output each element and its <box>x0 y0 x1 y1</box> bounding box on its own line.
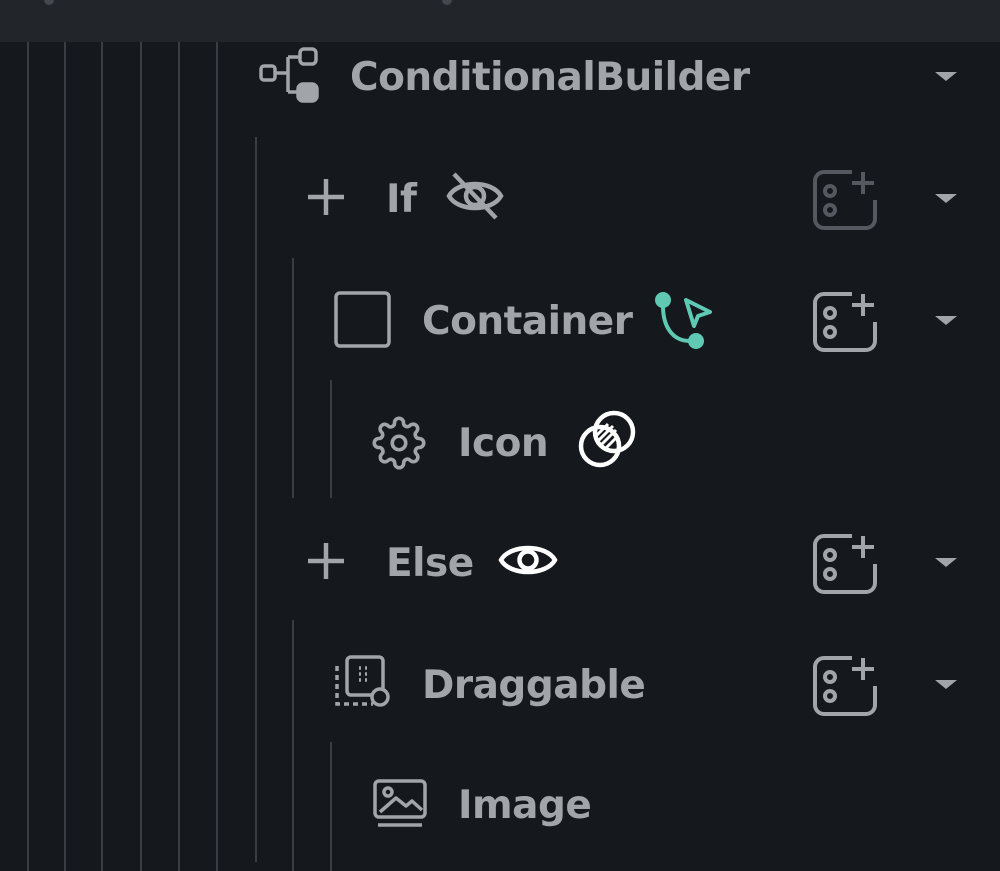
toolbar-edge-mark <box>442 0 452 5</box>
expand-caret-icon[interactable] <box>935 680 957 689</box>
expand-caret-icon[interactable] <box>935 558 957 567</box>
tree-item-label: Icon <box>458 421 549 466</box>
container-icon <box>334 291 392 349</box>
overlap-circles-icon[interactable] <box>576 408 638 470</box>
tree-item-if[interactable]: If <box>0 158 1000 238</box>
gear-icon <box>372 416 426 470</box>
tree-item-label: ConditionalBuilder <box>350 55 750 100</box>
tree-item-label: Container <box>422 299 633 344</box>
branch-cursor-icon[interactable] <box>650 290 716 352</box>
add-icon[interactable] <box>306 177 346 217</box>
expand-caret-icon[interactable] <box>935 194 957 203</box>
add-child-widget-icon[interactable] <box>812 290 878 354</box>
draggable-icon <box>333 654 393 710</box>
tree-item-label: Draggable <box>422 663 646 708</box>
toolbar-edge-mark <box>44 0 54 5</box>
add-child-widget-icon[interactable] <box>812 532 878 596</box>
tree-item-icon[interactable]: Icon <box>0 402 1000 482</box>
tree-item-draggable[interactable]: Draggable <box>0 644 1000 724</box>
tree-item-image[interactable]: Image <box>0 764 1000 844</box>
tree-item-conditional-builder[interactable]: ConditionalBuilder <box>0 36 1000 116</box>
indent-guide <box>255 137 257 862</box>
eye-off-icon[interactable] <box>446 170 504 222</box>
tree-item-label: Image <box>458 783 592 828</box>
conditional-builder-icon <box>258 46 320 104</box>
add-child-widget-icon[interactable] <box>812 654 878 718</box>
tree-item-label: Else <box>386 541 474 586</box>
tree-item-else[interactable]: Else <box>0 522 1000 602</box>
expand-caret-icon[interactable] <box>935 316 957 325</box>
add-child-widget-icon[interactable] <box>812 168 878 232</box>
tree-item-label: If <box>386 177 417 222</box>
tree-item-container[interactable]: Container <box>0 280 1000 360</box>
add-icon[interactable] <box>306 541 346 581</box>
expand-caret-icon[interactable] <box>935 72 957 81</box>
image-icon <box>372 778 428 830</box>
eye-icon[interactable] <box>498 539 558 581</box>
